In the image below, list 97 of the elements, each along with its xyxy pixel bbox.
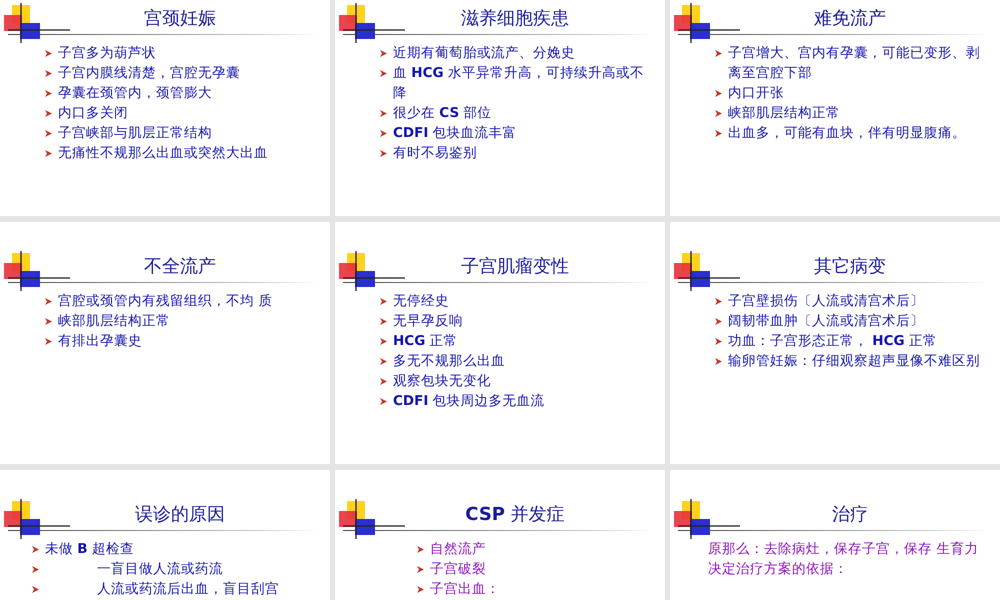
logo-icon — [674, 499, 740, 539]
bullet-text: 阔韧带血肿〔人流或清宫术后〕 — [728, 312, 924, 331]
slide-thumbnail[interactable]: 宫颈妊娠 子宫多为葫芦状 子宫内膜线清楚，宫腔无孕囊 孕囊在颈管内，颈管膨大 内口多关闭 子宫峡部与肌层正常结构 无痛性不规那么出血或突然大出血 — [0, 0, 330, 216]
bullet-icon — [715, 110, 722, 117]
bullet-icon — [380, 398, 387, 405]
bullet-text: 无早孕反响 — [393, 312, 463, 331]
bullet-text: 宫腔或颈管内有残留组织，不均 质 — [58, 292, 272, 311]
bullet-icon — [45, 338, 52, 345]
logo-icon — [674, 251, 740, 291]
bullet-icon — [380, 70, 387, 77]
slide-title: 不全流产 — [143, 255, 217, 279]
bullet-icon — [380, 150, 387, 157]
bullet-icon — [417, 546, 424, 553]
slide-thumbnail[interactable]: 滋养细胞疾患 近期有葡萄胎或流产、分娩史 血 HCG 水平异常升高，可持续升高或不降 很少在 CS 部位 CDFI 包块血流丰富 有时不易鉴别 — [335, 0, 665, 216]
bullet-icon — [45, 110, 52, 117]
logo-icon — [4, 251, 70, 291]
bullet-text: 有排出孕囊史 — [58, 332, 142, 351]
bullet-icon — [45, 70, 52, 77]
bullet-text: 子宫内膜线清楚，宫腔无孕囊 — [58, 64, 240, 83]
bullet-icon — [32, 566, 39, 573]
bullet-icon — [32, 546, 39, 553]
bullet-text: 有时不易鉴别 — [393, 144, 477, 163]
slide-title: 子宫肌瘤变性 — [460, 255, 570, 279]
slide-thumbnail[interactable]: 治疗 原那么：去除病灶，保存子宫，保存 生育力 决定治疗方案的依据： — [670, 470, 1000, 600]
bullet-icon — [715, 50, 722, 57]
slide-thumbnail[interactable]: 难免流产 子宫增大、宫内有孕囊，可能已变形、剥离至宫腔下部 内口开张 峡部肌层结构正常 出血多，可能有血块，伴有明显腹痛。 — [670, 0, 1000, 216]
bullet-text: 一盲目做人流或药流 — [96, 560, 223, 579]
bullet-icon — [715, 298, 722, 305]
bullet-text: 子宫增大、宫内有孕囊，可能已变形、剥离至宫腔下部 — [728, 44, 980, 83]
bullet-text: 原那么：去除病灶，保存子宫，保存 生育力 — [708, 540, 978, 559]
bullet-icon — [380, 110, 387, 117]
slide-thumbnail[interactable]: 不全流产 宫腔或颈管内有残留组织，不均 质 峡部肌层结构正常 有排出孕囊史 — [0, 222, 330, 464]
bullet-icon — [715, 358, 722, 365]
slide-thumbnail[interactable]: CSP 并发症 自然流产 子宫破裂 子宫出血： — [335, 470, 665, 600]
bullet-text: 未做 B 超检查 — [45, 540, 134, 559]
bullet-text: 人流或药流后出血，盲目刮宫 — [96, 580, 279, 599]
bullet-text: 子宫破裂 — [430, 560, 486, 579]
bullet-text: 内口多关闭 — [58, 104, 128, 123]
slide-title: 治疗 — [831, 503, 869, 527]
slide-title: 宫颈妊娠 — [143, 7, 217, 31]
bullet-icon — [380, 50, 387, 57]
logo-icon — [339, 251, 405, 291]
slide-thumbnail[interactable]: 子宫肌瘤变性 无停经史 无早孕反响 HCG 正常 多无不规那么出血 观察包块无变化 CDFI 包块周边多无血流 — [335, 222, 665, 464]
bullet-icon — [380, 130, 387, 137]
bullet-icon — [715, 130, 722, 137]
bullet-text: CDFI 包块周边多无血流 — [393, 392, 545, 411]
bullet-text: 内口开张 — [728, 84, 784, 103]
bullet-icon — [380, 378, 387, 385]
logo-icon — [674, 3, 740, 43]
bullet-icon — [380, 318, 387, 325]
bullet-icon — [45, 50, 52, 57]
bullet-text: 多无不规那么出血 — [393, 352, 505, 371]
bullet-icon — [45, 90, 52, 97]
bullet-icon — [380, 338, 387, 345]
bullet-text: 子宫多为葫芦状 — [58, 44, 156, 63]
bullet-icon — [45, 298, 52, 305]
slide-thumbnail[interactable]: 误诊的原因 未做 B 超检查 一盲目做人流或药流 人流或药流后出血，盲目刮宫 — [0, 470, 330, 600]
slide-title: CSP 并发症 — [464, 503, 566, 527]
slide-title: 滋养细胞疾患 — [460, 7, 570, 31]
bullet-text: 很少在 CS 部位 — [393, 104, 492, 123]
bullet-icon — [32, 586, 39, 593]
bullet-icon — [45, 318, 52, 325]
bullet-text: 孕囊在颈管内，颈管膨大 — [58, 84, 212, 103]
logo-icon — [339, 3, 405, 43]
bullet-text: 血 HCG 水平异常升高，可持续升高或不降 — [393, 64, 645, 103]
bullet-icon — [417, 566, 424, 573]
slide-title: 难免流产 — [813, 7, 887, 31]
bullet-text: 无停经史 — [393, 292, 449, 311]
logo-icon — [4, 499, 70, 539]
bullet-icon — [380, 298, 387, 305]
bullet-icon — [715, 338, 722, 345]
bullet-icon — [417, 586, 424, 593]
slide-title: 其它病变 — [813, 255, 887, 279]
bullet-icon — [45, 130, 52, 137]
bullet-text: 功血：子宫形态正常， HCG 正常 — [728, 332, 937, 351]
bullet-text: 决定治疗方案的依据： — [708, 560, 848, 579]
bullet-icon — [715, 318, 722, 325]
bullet-text: 峡部肌层结构正常 — [728, 104, 840, 123]
slide-thumbnail[interactable]: 其它病变 子宫壁损伤〔人流或清宫术后〕 阔韧带血肿〔人流或清宫术后〕 功血：子宫形态正常， HCG 正常 输卵管妊娠：仔细观察超声显像不难区别 — [670, 222, 1000, 464]
bullet-text: 自然流产 — [430, 540, 486, 559]
bullet-text: 子宫壁损伤〔人流或清宫术后〕 — [728, 292, 924, 311]
bullet-text: 观察包块无变化 — [393, 372, 491, 391]
bullet-text: 子宫峡部与肌层正常结构 — [58, 124, 212, 143]
logo-icon — [339, 499, 405, 539]
bullet-text: 子宫出血： — [430, 580, 500, 599]
bullet-text: 出血多，可能有血块，伴有明显腹痛。 — [728, 124, 966, 143]
bullet-text: 近期有葡萄胎或流产、分娩史 — [393, 44, 575, 63]
bullet-icon — [715, 90, 722, 97]
bullet-text: HCG 正常 — [393, 332, 458, 351]
bullet-text: 无痛性不规那么出血或突然大出血 — [58, 144, 268, 163]
bullet-icon — [380, 358, 387, 365]
bullet-text: 输卵管妊娠：仔细观察超声显像不难区别 — [728, 352, 980, 371]
bullet-text: CDFI 包块血流丰富 — [393, 124, 517, 143]
logo-icon — [4, 3, 70, 43]
slide-title: 误诊的原因 — [134, 503, 226, 527]
bullet-text: 峡部肌层结构正常 — [58, 312, 170, 331]
bullet-icon — [45, 150, 52, 157]
